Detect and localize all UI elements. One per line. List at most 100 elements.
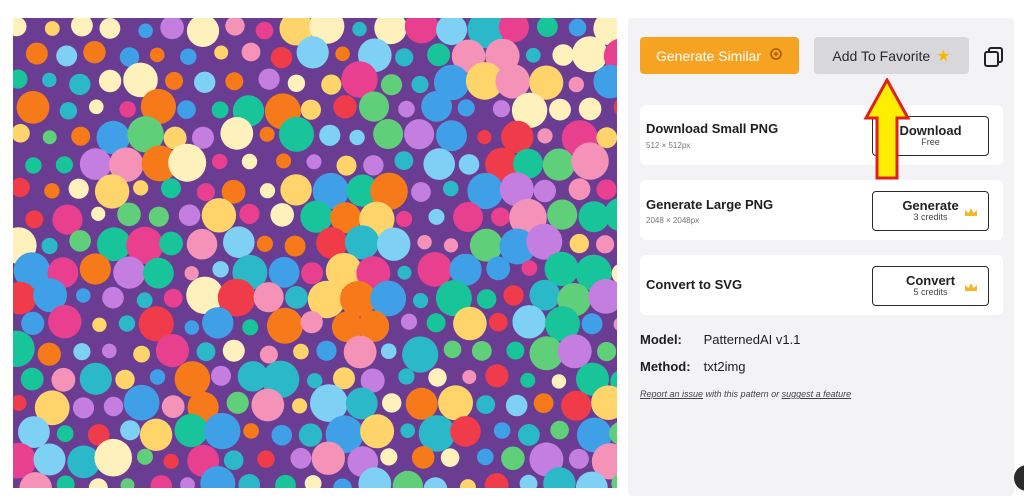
pattern-dot [506,341,525,360]
pattern-dot [284,235,306,257]
pattern-dot [98,69,122,93]
method-value: txt2img [703,359,746,374]
pattern-dot [13,69,28,89]
pattern-dot [551,374,567,389]
pattern-dot [69,230,91,252]
pattern-dot [561,390,592,421]
model-value: PatternedAI v1.1 [703,332,801,347]
pattern-dot [138,23,153,39]
pattern-dot [423,477,448,488]
pattern-dot [48,305,82,339]
pattern-dot [177,100,196,119]
pattern-dot [321,74,342,95]
pattern-dot [168,143,207,182]
generate-similar-button[interactable]: Generate Similar [640,37,799,74]
pattern-dot [275,474,296,488]
pattern-dot [103,396,124,417]
pattern-dot [550,420,569,440]
pattern-dot [159,231,184,256]
pattern-dot [257,450,275,468]
pattern-dot [459,479,476,488]
pattern-dot [241,153,258,170]
pattern-dot [458,154,480,175]
pattern-dot [163,453,179,469]
pattern-dot [438,385,473,421]
pattern-dot [477,130,492,145]
pattern-dot [377,227,411,261]
footer-note: Report an issue with this pattern or sug… [640,389,851,399]
pattern-dot [160,18,184,40]
pattern-dot [596,235,615,254]
pattern-dot [578,97,602,121]
pattern-dot [79,362,112,395]
pattern-dot [259,345,278,364]
pattern-dot [380,74,403,96]
avatar[interactable] [1014,465,1024,491]
pattern-dot [251,388,285,422]
pattern-dot [102,343,117,359]
pattern-dot [363,155,384,176]
pattern-dot [306,154,322,170]
pattern-dot [225,18,245,36]
pattern-dot [180,48,197,65]
pattern-dot [113,256,146,289]
pattern-dot [180,477,195,488]
pattern-dot [259,126,275,142]
pattern-dot [256,235,273,252]
pattern-preview-image [13,18,617,488]
pattern-dot [296,36,329,69]
pattern-dot [270,46,293,69]
pattern-dot [292,398,308,414]
pattern-dot [396,210,413,228]
pattern-dot [13,177,30,198]
pattern-dot [311,441,345,475]
pattern-dot [300,99,321,120]
pattern-dot [398,368,415,385]
pattern-dot [56,475,75,488]
pattern-dot [94,438,132,477]
pattern-dot [119,101,136,118]
generate-label: Generate [902,198,959,214]
report-issue-link[interactable]: Report an issue [640,389,703,399]
pattern-dot [498,18,529,43]
pattern-dot [25,210,44,229]
pattern-dot [73,343,91,361]
pattern-dot [13,124,30,143]
pattern-dot [491,207,510,227]
copy-icon[interactable] [983,46,1005,68]
pattern-dot [270,203,295,227]
pattern-dot [537,18,558,37]
pattern-dot [493,422,511,439]
pattern-dot [68,178,89,199]
pattern-dot [223,450,244,471]
pattern-dot [115,369,135,390]
suggest-feature-link[interactable]: suggest a feature [782,389,852,399]
generate-button[interactable]: Generate 3 credits [872,191,989,231]
generate-similar-label: Generate Similar [655,47,762,64]
pattern-dot [287,74,306,92]
pattern-dot [56,45,78,67]
pattern-dot [186,228,218,260]
pattern-dot [397,265,412,280]
pattern-dot [79,253,111,285]
pattern-dot [426,313,446,333]
pattern-dot [285,286,308,309]
pattern-dot [404,119,435,150]
pattern-dot [33,443,66,476]
card-subtitle: 2048 × 2048px [646,216,700,225]
pattern-dot [25,42,48,65]
pattern-dot [505,394,528,417]
pattern-dot [16,91,50,124]
pattern-dot [76,288,91,303]
pattern-dot [194,71,216,93]
pattern-dot [413,293,429,309]
pattern-dot [488,312,508,332]
pattern-dot [226,391,249,414]
pattern-dot [52,204,83,235]
pattern-dot [477,448,494,466]
add-to-favorite-button[interactable]: Add To Favorite ★ [814,37,969,74]
pattern-dot [443,238,459,253]
pattern-dot [400,423,416,439]
pattern-dot [335,46,350,62]
convert-button[interactable]: Convert 5 credits [872,266,989,306]
